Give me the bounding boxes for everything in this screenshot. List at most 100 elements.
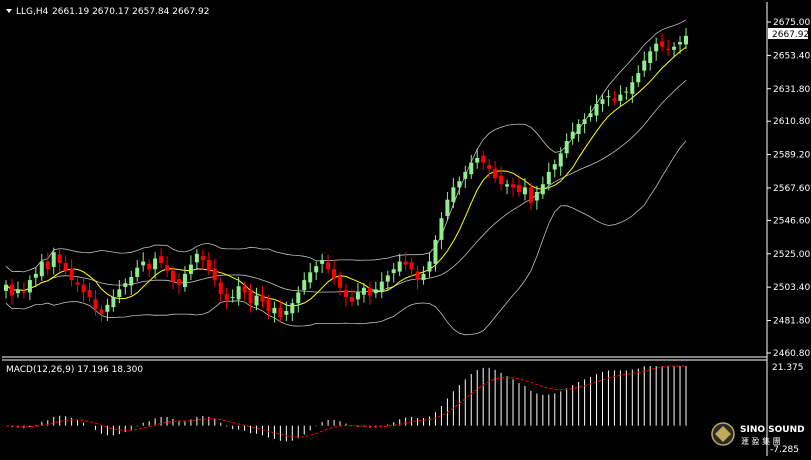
candle-body — [200, 256, 205, 260]
candle-body — [433, 239, 438, 264]
candle-body — [451, 187, 456, 203]
ohlc-values: 2661.19 2670.17 2657.84 2667.92 — [52, 7, 209, 17]
candle-body — [338, 276, 343, 288]
candle-body — [361, 287, 366, 295]
candle-body — [206, 259, 211, 271]
candle-body — [403, 261, 408, 265]
price-tick-label: 2567.60 — [773, 184, 810, 194]
candle-body — [212, 268, 217, 281]
candle-body — [415, 271, 420, 281]
candle-body — [308, 272, 313, 283]
candle-body — [505, 184, 510, 187]
candle-body — [332, 269, 337, 279]
price-chart-svg[interactable]: 2675.00 2653.40 2631.80 2610.80 2589.20 2567.… — [0, 0, 811, 456]
price-tick-label: 2525.00 — [773, 250, 810, 260]
candle-body — [421, 273, 426, 281]
candle-body — [236, 286, 241, 300]
candle-body — [397, 261, 402, 272]
symbol-timeframe: LLG,H4 — [16, 7, 49, 17]
candle-body — [552, 164, 557, 170]
candle-body — [93, 299, 98, 310]
price-tick-label: 2675.00 — [773, 18, 810, 28]
candle-body — [290, 303, 295, 314]
candle-body — [314, 266, 319, 273]
candle-body — [99, 309, 104, 315]
candle-body — [57, 254, 62, 264]
candle-body — [445, 199, 450, 216]
candle-body — [636, 72, 641, 83]
candle-body — [648, 51, 653, 63]
price-tick-label: 2546.60 — [773, 216, 810, 226]
brand-subtitle: 滙 盈 集 團 — [741, 436, 781, 446]
candle-body — [242, 286, 247, 293]
candle-body — [45, 261, 50, 270]
candle-body — [81, 284, 86, 293]
candle-body — [678, 42, 683, 45]
candle-body — [558, 153, 563, 167]
candle-body — [618, 94, 623, 101]
candle-body — [373, 289, 378, 294]
candle-body — [576, 123, 581, 135]
candle-body — [248, 290, 253, 304]
candle-body — [481, 155, 486, 163]
candle-body — [182, 273, 187, 288]
candle-body — [630, 82, 635, 94]
candle-body — [51, 252, 56, 267]
price-tick-label: 2481.80 — [773, 317, 810, 327]
candle-body — [153, 258, 158, 270]
candle-body — [379, 281, 384, 292]
candle-body — [606, 96, 611, 98]
candle-body — [9, 284, 14, 296]
macd-label: MACD(12,26,9) 17.196 18.300 — [6, 365, 143, 375]
candle-body — [564, 140, 569, 154]
candle-body — [540, 184, 545, 195]
candle-body — [147, 263, 152, 270]
candle-body — [296, 292, 301, 304]
candle-body — [15, 289, 20, 294]
candle-body — [612, 98, 617, 101]
candle-body — [320, 259, 325, 264]
candle-body — [302, 280, 307, 291]
candle-body — [349, 297, 354, 302]
candle-body — [165, 265, 170, 271]
candle-body — [654, 43, 659, 52]
candle-body — [69, 268, 74, 281]
price-tick-label: 2631.80 — [773, 85, 810, 95]
candle-body — [516, 185, 521, 192]
candle-body — [487, 164, 492, 169]
candle-body — [21, 291, 26, 293]
candle-body — [75, 282, 80, 285]
candle-body — [642, 60, 647, 71]
candle-body — [499, 175, 504, 185]
candle-body — [278, 307, 283, 318]
candle-body — [409, 262, 414, 270]
macd-axis-bottom: -7.285 — [770, 445, 799, 455]
candle-body — [457, 181, 462, 188]
candle-body — [684, 35, 688, 45]
trading-chart-window: 2675.00 2653.40 2631.80 2610.80 2589.20 2567.… — [0, 0, 811, 456]
candle-body — [511, 184, 516, 188]
candle-body — [624, 91, 629, 93]
price-tick-label: 2460.80 — [773, 349, 810, 359]
candle-body — [272, 307, 277, 314]
current-price-label: 2667.92 — [772, 30, 809, 40]
candle-body — [260, 295, 265, 302]
candle-body — [534, 191, 539, 201]
candle-body — [284, 310, 289, 315]
candle-body — [171, 270, 176, 282]
candle-body — [27, 280, 32, 293]
price-tick-label: 2653.40 — [773, 51, 810, 61]
candle-body — [326, 262, 331, 270]
candle-body — [33, 273, 38, 278]
price-tick-label: 2503.40 — [773, 283, 810, 293]
candle-body — [666, 49, 671, 51]
candle-body — [135, 267, 140, 277]
candle-body — [111, 297, 116, 308]
candle-body — [475, 157, 480, 163]
price-tick-label: 2589.20 — [773, 151, 810, 161]
candle-body — [469, 162, 474, 175]
candle-body — [218, 282, 223, 294]
candle-body — [224, 293, 229, 301]
candle-body — [570, 131, 575, 139]
candle-body — [4, 284, 8, 291]
